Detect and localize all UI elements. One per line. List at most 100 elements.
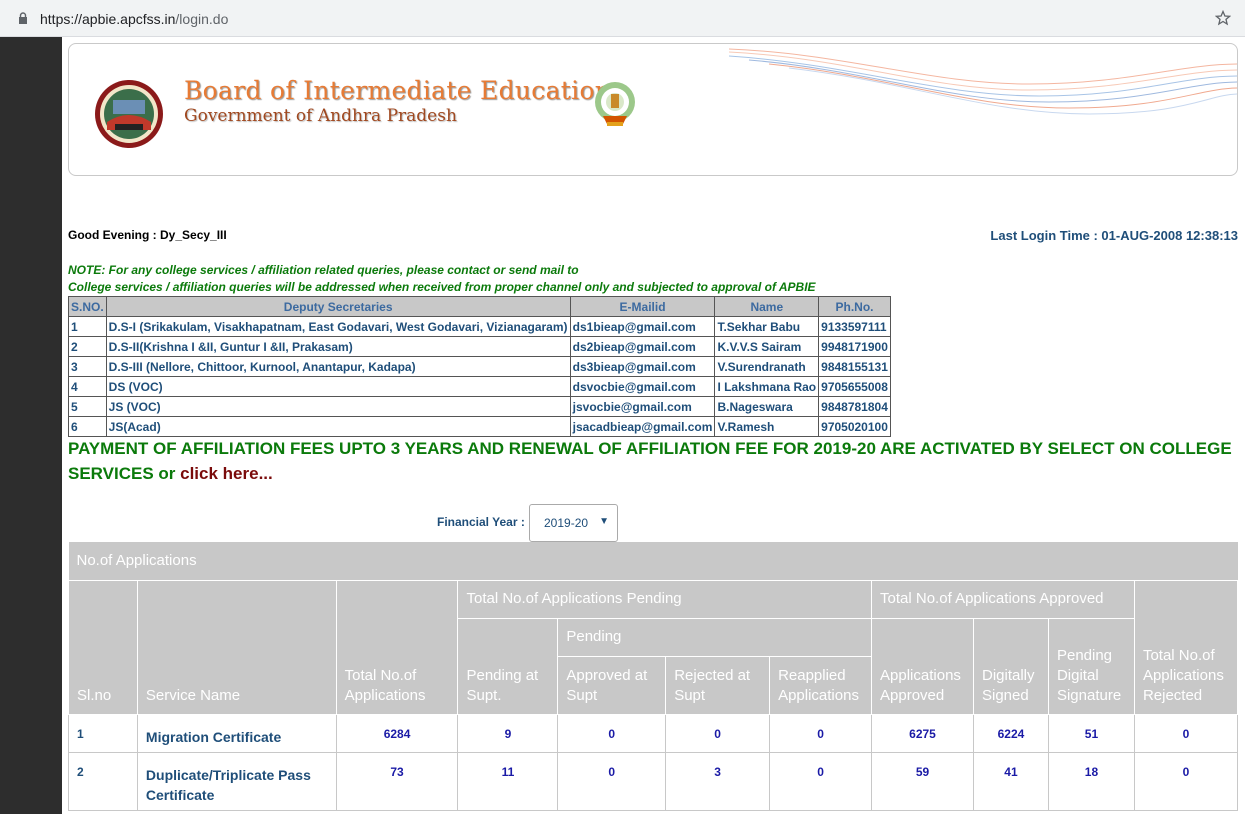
note-line-1: NOTE: For any college services / affilia… <box>68 263 579 277</box>
contacts-row: 6 JS(Acad) jsacadbieap@gmail.com V.Rames… <box>68 416 891 437</box>
contacts-row: 1 D.S-I (Srikakulam, Visakhapatnam, East… <box>68 316 891 337</box>
financial-year-value: 2019-20 <box>544 516 589 530</box>
cell-rejected-supt[interactable]: 3 <box>665 751 771 811</box>
col-header-rejected: Total No.of Applications Rejected <box>1133 579 1239 715</box>
dropdown-arrow-icon: ▼ <box>599 516 609 527</box>
contact-email: ds1bieap@gmail.com <box>569 316 716 337</box>
contact-sno: 5 <box>68 396 107 417</box>
col-header-total: Total No.of Applications <box>335 579 459 715</box>
contact-phone: 9848781804 <box>818 396 891 417</box>
contacts-header-sno: S.NO. <box>68 296 107 317</box>
contact-phone: 9705655008 <box>818 376 891 397</box>
url-path: /login.do <box>175 11 229 27</box>
browser-address-bar: https://apbie.apcfss.in/login.do <box>0 0 1245 37</box>
contacts-row: 3 D.S-III (Nellore, Chittoor, Kurnool, A… <box>68 356 891 377</box>
decorative-wave <box>729 48 1237 115</box>
contact-name: I Lakshmana Rao <box>714 376 820 397</box>
contact-sno: 3 <box>68 356 107 377</box>
contacts-row: 2 D.S-II(Krishna I &II, Guntur I &II, Pr… <box>68 336 891 357</box>
header-banner: Board of Intermediate Education Governme… <box>68 43 1238 176</box>
contact-email: dsvocbie@gmail.com <box>569 376 716 397</box>
cell-service[interactable]: Migration Certificate <box>136 713 337 753</box>
contact-name: V.Surendranath <box>714 356 820 377</box>
col-header-rejected-supt: Rejected at Supt <box>665 655 771 715</box>
greeting-text: Good Evening : Dy_Secy_III <box>68 228 227 242</box>
bookmark-star-icon[interactable] <box>1215 10 1231 26</box>
board-subtitle: Government of Andhra Pradesh <box>184 106 457 126</box>
board-title: Board of Intermediate Education <box>184 76 612 105</box>
contact-name: K.V.V.S Sairam <box>714 336 820 357</box>
cell-approved[interactable]: 59 <box>871 751 974 811</box>
financial-year-select[interactable]: 2019-20 ▼ <box>529 504 618 542</box>
cell-signed[interactable]: 6224 <box>973 713 1049 753</box>
page-content: Board of Intermediate Education Governme… <box>62 37 1245 814</box>
contacts-header-email: E-Mailid <box>569 296 716 317</box>
contacts-row: 4 DS (VOC) dsvocbie@gmail.com I Lakshman… <box>68 376 891 397</box>
contacts-header-phone: Ph.No. <box>818 296 891 317</box>
cell-total[interactable]: 6284 <box>335 713 459 753</box>
cell-pending-supt[interactable]: 11 <box>457 751 559 811</box>
payment-notice: PAYMENT OF AFFILIATION FEES UPTO 3 YEARS… <box>68 436 1238 486</box>
contact-name: B.Nageswara <box>714 396 820 417</box>
col-header-slno: Sl.no <box>68 579 138 715</box>
ap-state-emblem-icon <box>595 82 635 126</box>
board-seal-logo <box>95 80 163 148</box>
contact-email: ds3bieap@gmail.com <box>569 356 716 377</box>
contact-phone: 9133597111 <box>818 316 891 337</box>
cell-approved[interactable]: 6275 <box>871 713 974 753</box>
url-host: https://apbie.apcfss.in <box>40 11 176 27</box>
contact-email: jsacadbieap@gmail.com <box>569 416 716 437</box>
note-line-2: College services / affiliation queries w… <box>68 280 816 294</box>
contact-sno: 6 <box>68 416 107 437</box>
cell-slno: 2 <box>68 751 138 811</box>
contacts-header-name: Name <box>714 296 820 317</box>
contact-phone: 9948171900 <box>818 336 891 357</box>
lock-icon <box>19 12 27 24</box>
contact-secretary: DS (VOC) <box>105 376 571 397</box>
cell-slno: 1 <box>68 713 138 753</box>
contacts-row: 5 JS (VOC) jsvocbie@gmail.com B.Nageswar… <box>68 396 891 417</box>
cell-rejected[interactable]: 0 <box>1133 751 1239 811</box>
contact-name: V.Ramesh <box>714 416 820 437</box>
contact-secretary: D.S-III (Nellore, Chittoor, Kurnool, Ana… <box>105 356 571 377</box>
contact-phone: 9848155131 <box>818 356 891 377</box>
cell-reapplied[interactable]: 0 <box>769 751 873 811</box>
last-login-time: Last Login Time : 01-AUG-2008 12:38:13 <box>990 228 1238 243</box>
col-header-approved: Applications Approved <box>871 617 974 715</box>
cell-service[interactable]: Duplicate/Triplicate Pass Certificate <box>136 751 337 811</box>
table-row: 1 Migration Certificate 6284 9 0 0 0 627… <box>68 713 1239 753</box>
cell-pending-supt[interactable]: 9 <box>457 713 559 753</box>
cell-total[interactable]: 73 <box>335 751 459 811</box>
applications-caption: No.of Applications <box>68 542 1238 581</box>
cell-rejected[interactable]: 0 <box>1133 713 1239 753</box>
url-field[interactable]: https://apbie.apcfss.in/login.do <box>6 5 1241 32</box>
contact-phone: 9705020100 <box>818 416 891 437</box>
cell-reapplied[interactable]: 0 <box>769 713 873 753</box>
contact-secretary: JS(Acad) <box>105 416 571 437</box>
contact-email: jsvocbie@gmail.com <box>569 396 716 417</box>
deputy-secretaries-table: S.NO. Deputy Secretaries E-Mailid Name P… <box>68 296 891 437</box>
cell-approved-supt[interactable]: 0 <box>557 751 667 811</box>
contact-sno: 2 <box>68 336 107 357</box>
financial-year-label: Financial Year : <box>437 515 525 529</box>
col-header-signed: Digitally Signed <box>973 617 1049 715</box>
group-header-pending-sub: Pending <box>557 617 873 657</box>
url-text: https://apbie.apcfss.in/login.do <box>40 11 228 27</box>
col-header-service: Service Name <box>136 579 337 715</box>
cell-approved-supt[interactable]: 0 <box>557 713 667 753</box>
contact-secretary: D.S-II(Krishna I &II, Guntur I &II, Prak… <box>105 336 571 357</box>
col-header-pending-supt: Pending at Supt. <box>457 617 559 715</box>
contacts-header-secretaries: Deputy Secretaries <box>105 296 571 317</box>
cell-pending-sig[interactable]: 51 <box>1047 713 1135 753</box>
cell-rejected-supt[interactable]: 0 <box>665 713 771 753</box>
cell-pending-sig[interactable]: 18 <box>1047 751 1135 811</box>
group-header-pending: Total No.of Applications Pending <box>457 579 873 619</box>
click-here-link[interactable]: click here... <box>180 464 273 483</box>
contact-name: T.Sekhar Babu <box>714 316 820 337</box>
cell-signed[interactable]: 41 <box>973 751 1049 811</box>
contact-email: ds2bieap@gmail.com <box>569 336 716 357</box>
left-sidebar-strip <box>0 37 62 814</box>
contact-sno: 4 <box>68 376 107 397</box>
col-header-approved-supt: Approved at Supt <box>557 655 667 715</box>
col-header-pending-sig: Pending Digital Signature <box>1047 617 1135 715</box>
